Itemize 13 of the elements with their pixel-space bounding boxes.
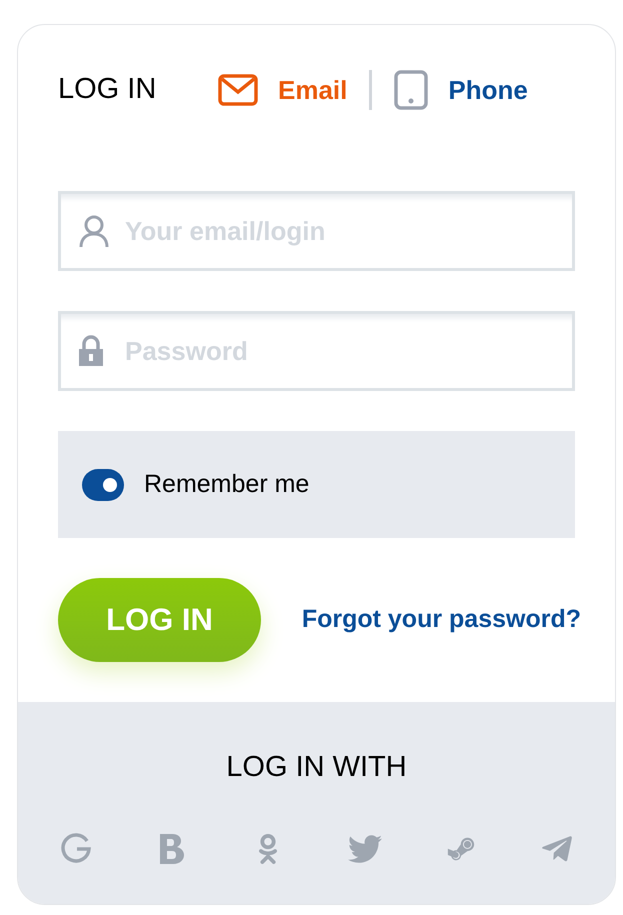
- tab[interactable]: Email: [218, 70, 348, 110]
- social-title: LOG IN WITH: [226, 750, 407, 785]
- phone-icon: [394, 70, 428, 110]
- g-logo-icon[interactable]: [60, 832, 92, 864]
- remember-label: Remember me: [144, 468, 310, 500]
- user-icon: [78, 214, 110, 248]
- lock-icon: [78, 335, 104, 367]
- forgot-password-link[interactable]: Forgot your password?: [302, 601, 581, 639]
- envelope-icon: [218, 74, 258, 106]
- toggle-switch[interactable]: [82, 468, 124, 500]
- b-logo-icon[interactable]: [160, 834, 184, 864]
- tab[interactable]: Phone: [394, 70, 528, 110]
- card-title: LOG IN: [58, 72, 158, 108]
